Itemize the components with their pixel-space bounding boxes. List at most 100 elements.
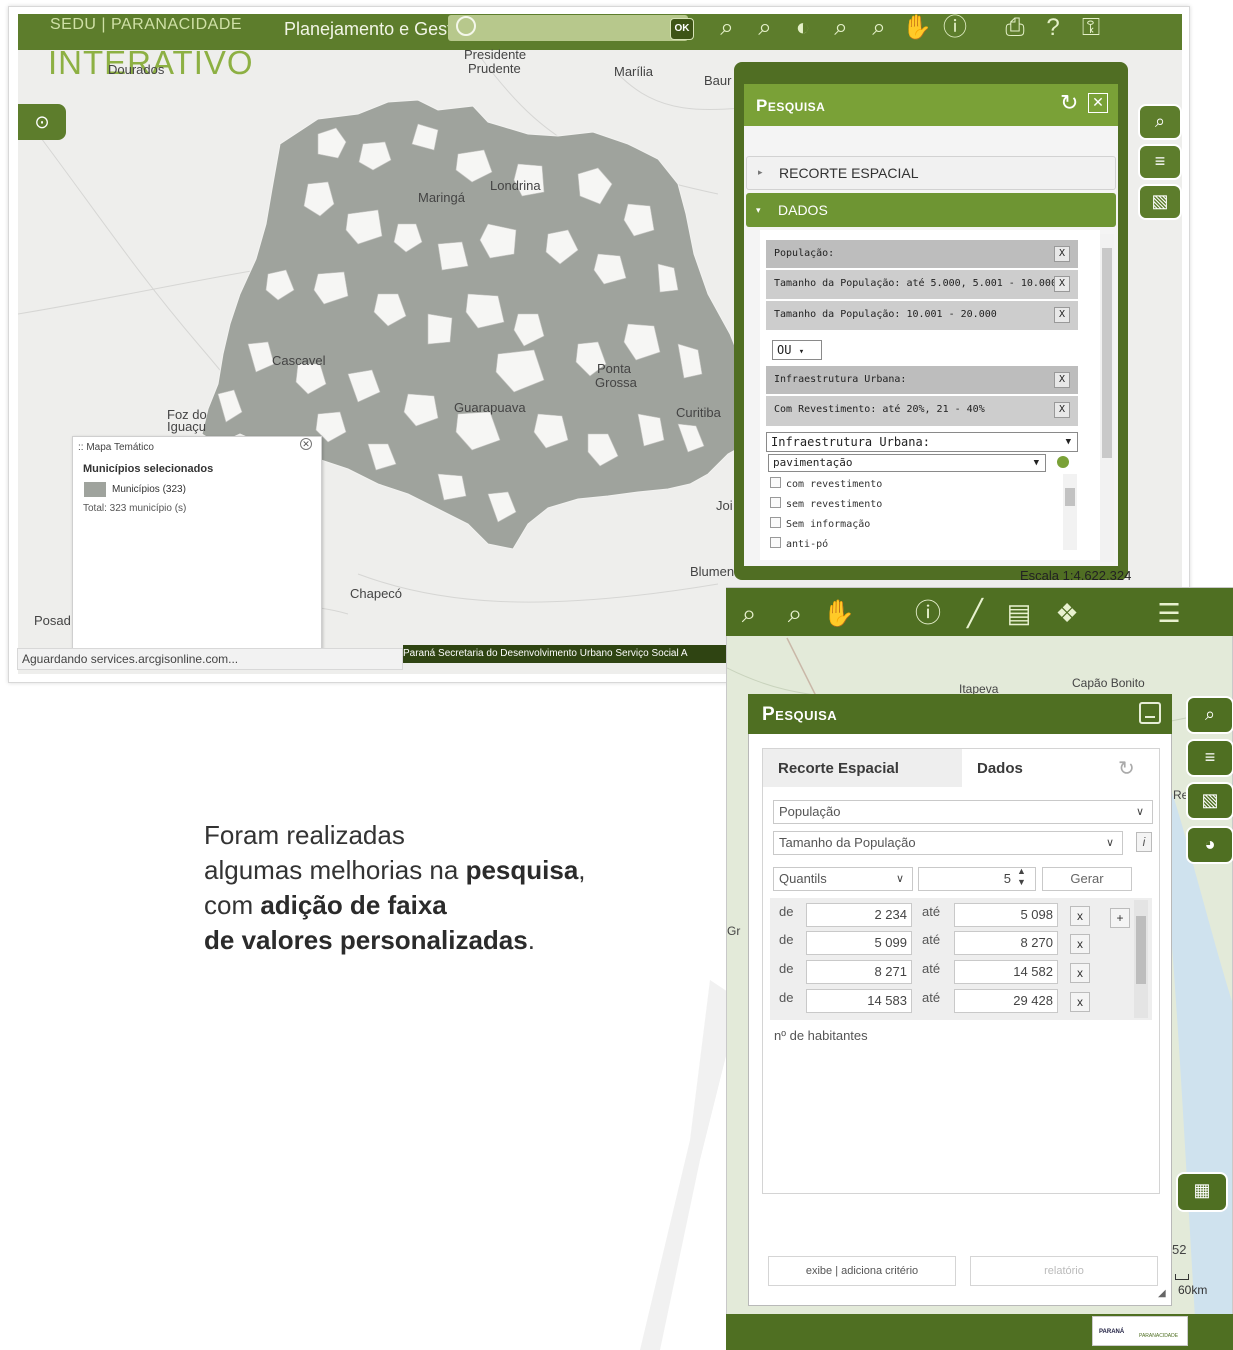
- range-to-label: até: [922, 961, 941, 976]
- info-icon[interactable]: ⓘ: [940, 14, 970, 42]
- text-bold: adição de faixa: [260, 890, 447, 920]
- add-criterion-button[interactable]: exibe | adiciona critério: [768, 1256, 956, 1286]
- remove-criterion-button[interactable]: X: [1054, 246, 1070, 262]
- ok-button[interactable]: OK: [670, 18, 694, 40]
- zoom-next-icon[interactable]: ⌕: [864, 14, 894, 42]
- ruler-icon[interactable]: ╱: [958, 596, 992, 630]
- comment-icon[interactable]: ▤: [1002, 596, 1036, 630]
- criterion-row: Infraestrutura Urbana: X: [766, 366, 1078, 394]
- remove-range-button[interactable]: x: [1070, 906, 1090, 926]
- map-panel-button[interactable]: ▧: [1138, 184, 1182, 220]
- theme-select[interactable]: Infraestrutura Urbana: ▼: [766, 432, 1078, 452]
- range-to-input[interactable]: 8 270: [954, 931, 1058, 955]
- checkbox-option[interactable]: sem revestimento: [770, 497, 882, 510]
- search-icon: [456, 16, 476, 36]
- search-panel-button[interactable]: ⌕: [1186, 696, 1233, 734]
- criterion-label: Infraestrutura Urbana:: [774, 374, 907, 385]
- edit-icon[interactable]: i: [1136, 832, 1152, 852]
- ranges-scrollbar[interactable]: [1134, 900, 1148, 1018]
- text: .: [527, 925, 535, 955]
- help-icon[interactable]: ?: [1038, 14, 1068, 42]
- key-icon[interactable]: ⚿: [1076, 14, 1106, 42]
- menu-icon[interactable]: ☰: [1152, 596, 1186, 630]
- legend-total: Total: 323 município (s): [83, 503, 187, 514]
- locate-button[interactable]: ⊙: [18, 104, 66, 140]
- info-icon[interactable]: ⓘ: [911, 596, 945, 630]
- checkbox-option[interactable]: com revestimento: [770, 477, 882, 490]
- zoom-out-icon[interactable]: ⌕: [778, 596, 812, 630]
- pan-hand-icon[interactable]: ✋: [822, 596, 856, 630]
- classes-value: 5: [1003, 871, 1011, 886]
- thematic-map-button[interactable]: ◕: [1186, 826, 1233, 864]
- checkbox-label: sem revestimento: [786, 499, 883, 510]
- zoom-in-icon[interactable]: ⌕: [732, 596, 766, 630]
- report-button[interactable]: relatório: [970, 1256, 1158, 1286]
- range-from-input[interactable]: 8 271: [806, 960, 912, 984]
- print-icon[interactable]: ⎙: [1000, 14, 1030, 42]
- text: ,: [578, 855, 586, 885]
- criterion-label: Com Revestimento: até 20%, 21 - 40%: [774, 404, 985, 415]
- tab-recorte-espacial[interactable]: Recorte Espacial: [778, 760, 899, 777]
- operator-select[interactable]: OU ▾: [772, 340, 822, 360]
- text: com: [204, 890, 261, 920]
- info-icon[interactable]: [1057, 456, 1069, 468]
- table-panel-button[interactable]: ≡: [1186, 739, 1233, 777]
- range-to-input[interactable]: 5 098: [954, 903, 1058, 927]
- theme-select[interactable]: População ∨: [773, 800, 1153, 824]
- variable-select[interactable]: pavimentação ▼: [768, 454, 1046, 472]
- range-from-label: de: [779, 961, 794, 976]
- layers-icon[interactable]: ❖: [1050, 596, 1084, 630]
- scale-label: Escala 1:4.622.324: [1020, 568, 1132, 583]
- search-input[interactable]: [448, 15, 688, 41]
- map-panel-button[interactable]: ▧: [1186, 782, 1233, 820]
- checkbox-option[interactable]: anti-pó: [770, 537, 828, 550]
- gerar-button[interactable]: Gerar: [1042, 867, 1132, 891]
- checkbox-label: anti-pó: [786, 539, 829, 550]
- place-label: Dourados: [108, 62, 165, 77]
- panel-scrollbar[interactable]: [1100, 234, 1114, 562]
- stepper-arrows-icon[interactable]: ▲ ▼: [1017, 866, 1026, 888]
- accordion-dados[interactable]: DADOS: [746, 193, 1116, 227]
- remove-criterion-button[interactable]: X: [1054, 307, 1070, 323]
- range-from-input[interactable]: 5 099: [806, 931, 912, 955]
- close-icon[interactable]: ✕: [300, 438, 312, 450]
- refresh-icon[interactable]: ↻: [1060, 90, 1078, 116]
- close-icon[interactable]: ✕: [1088, 93, 1108, 113]
- place-label: Gr: [727, 924, 741, 938]
- add-range-button[interactable]: +: [1110, 908, 1130, 928]
- remove-criterion-button[interactable]: X: [1054, 276, 1070, 292]
- remove-range-button[interactable]: x: [1070, 934, 1090, 954]
- range-from-label: de: [779, 990, 794, 1005]
- checkbox-option[interactable]: Sem informação: [770, 517, 870, 530]
- method-select[interactable]: Quantils ∨: [773, 867, 913, 891]
- zoom-out-icon[interactable]: ⌕: [712, 14, 742, 42]
- remove-range-button[interactable]: x: [1070, 963, 1090, 983]
- range-to-input[interactable]: 29 428: [954, 989, 1058, 1013]
- place-label: Joi: [716, 498, 733, 513]
- resize-handle-icon[interactable]: ◢: [1158, 1288, 1166, 1299]
- refresh-icon[interactable]: ↻: [1118, 756, 1135, 781]
- range-from-input[interactable]: 2 234: [806, 903, 912, 927]
- range-to-input[interactable]: 14 582: [954, 960, 1058, 984]
- globe-icon[interactable]: ◐: [788, 14, 818, 42]
- minimize-icon[interactable]: [1139, 702, 1161, 724]
- remove-criterion-button[interactable]: X: [1054, 372, 1070, 388]
- zoom-in-icon[interactable]: ⌕: [750, 14, 780, 42]
- parana-logo: PARANÁ: [1099, 1329, 1125, 1335]
- criterion-label: População:: [774, 248, 835, 259]
- options-scrollbar[interactable]: [1063, 474, 1077, 550]
- range-from-input[interactable]: 14 583: [806, 989, 912, 1013]
- calculator-button[interactable]: ▦: [1176, 1172, 1228, 1212]
- remove-criterion-button[interactable]: X: [1054, 402, 1070, 418]
- table-icon: ≡: [1204, 747, 1216, 767]
- remove-range-button[interactable]: x: [1070, 992, 1090, 1012]
- pan-hand-icon[interactable]: ✋: [902, 14, 932, 42]
- range-to-label: até: [922, 990, 941, 1005]
- range-from-label: de: [779, 904, 794, 919]
- variable-select[interactable]: Tamanho da População ∨: [773, 831, 1123, 855]
- accordion-recorte-espacial[interactable]: RECORTE ESPACIAL: [746, 156, 1116, 190]
- checkbox-label: Sem informação: [786, 519, 871, 530]
- zoom-previous-icon[interactable]: ⌕: [826, 14, 856, 42]
- search-panel-button[interactable]: ⌕: [1138, 104, 1182, 140]
- table-panel-button[interactable]: ≡: [1138, 144, 1182, 180]
